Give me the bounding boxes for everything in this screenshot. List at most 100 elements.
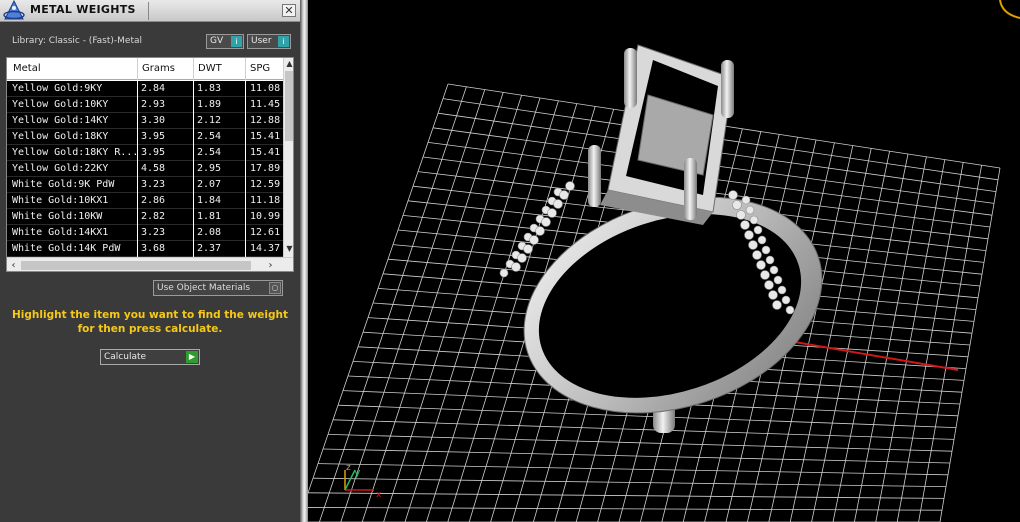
cell-divider [245,209,246,225]
ring-model[interactable] [496,44,850,449]
cell-divider [137,81,138,97]
cell-divider [193,193,194,209]
table-header: Metal Grams DWT SPG [7,58,283,80]
cell-grams: 2.86 [141,195,166,206]
cell-divider [137,225,138,241]
cell-grams: 2.82 [141,211,166,222]
play-icon[interactable]: ▶ [186,351,198,363]
vertical-scroll-thumb[interactable] [285,71,293,141]
column-divider[interactable] [137,58,138,80]
scroll-up-icon[interactable]: ▲ [284,59,293,68]
cell-divider [245,145,246,161]
horizontal-scroll-thumb[interactable] [21,261,251,270]
cell-grams: 4.58 [141,163,166,174]
panel-title: METAL WEIGHTS [30,3,136,16]
cell-dwt: 2.54 [197,131,222,142]
table-row[interactable]: Yellow Gold:10KY 2.93 1.89 11.45 [7,97,283,113]
cell-divider [193,161,194,177]
cell-metal: Yellow Gold:10KY [12,99,109,110]
cell-divider [137,241,138,257]
column-header-dwt[interactable]: DWT [198,63,222,74]
3d-viewport[interactable]: z y x [308,0,1020,522]
cell-divider [245,241,246,257]
cell-divider [137,97,138,113]
cell-divider [193,225,194,241]
app-logo-icon [3,0,25,20]
gv-select-label: GV [210,36,224,46]
cell-divider [137,177,138,193]
metal-table: Metal Grams DWT SPG Yellow Gold:9KY 2.84 1… [6,57,294,272]
cell-divider [137,129,138,145]
cell-metal: Yellow Gold:14KY [12,115,109,126]
table-row[interactable]: White Gold:10KX1 2.86 1.84 11.18 [7,193,283,209]
user-select-label: User [251,36,272,46]
cell-metal: White Gold:14KX1 [12,227,109,238]
cell-divider [245,129,246,145]
cell-metal: White Gold:10KX1 [12,195,109,206]
table-row[interactable]: Yellow Gold:18KY R... 3.95 2.54 15.41 [7,145,283,161]
cell-metal: White Gold:14K PdW [12,243,121,254]
cell-divider [245,161,246,177]
title-divider [148,2,149,20]
cell-divider [137,209,138,225]
axis-gizmo: z y x [344,463,382,500]
cell-divider [245,81,246,97]
metal-weights-panel: METAL WEIGHTS ✕ Library: Classic - (Fast… [0,0,300,522]
column-header-metal[interactable]: Metal [13,63,41,74]
cell-divider [193,177,194,193]
cell-divider [193,145,194,161]
panel-splitter[interactable] [300,0,308,522]
viewport-canvas: z y x [308,0,1020,522]
scroll-down-icon[interactable]: ▼ [284,244,293,253]
cell-divider [193,209,194,225]
calculate-button[interactable]: Calculate ▶ [100,349,200,365]
table-row[interactable]: Yellow Gold:9KY 2.84 1.83 11.08 [7,81,283,97]
scroll-right-icon[interactable]: › [265,260,276,271]
calculate-label: Calculate [104,352,147,362]
cell-metal: Yellow Gold:9KY [12,83,103,94]
table-row[interactable]: White Gold:10KW 2.82 1.81 10.99 [7,209,283,225]
user-info-icon[interactable]: ⅰ [278,36,289,47]
cell-grams: 2.84 [141,83,166,94]
cell-metal: White Gold:9K PdW [12,179,115,190]
column-divider[interactable] [193,58,194,80]
cell-grams: 3.68 [141,243,166,254]
cell-divider [137,161,138,177]
cell-dwt: 2.07 [197,179,222,190]
table-row[interactable]: Yellow Gold:18KY 3.95 2.54 15.41 [7,129,283,145]
cell-dwt: 2.54 [197,147,222,158]
cell-divider [193,129,194,145]
cell-divider [193,241,194,257]
cell-divider [245,225,246,241]
cell-dwt: 2.95 [197,163,222,174]
gv-info-icon[interactable]: ⅰ [231,36,242,47]
cell-dwt: 1.84 [197,195,222,206]
panel-titlebar[interactable]: METAL WEIGHTS ✕ [0,0,300,22]
table-row[interactable]: White Gold:14K PdW 3.68 2.37 14.37 [7,241,283,257]
column-header-spg[interactable]: SPG [250,63,270,74]
close-button[interactable]: ✕ [282,4,296,17]
cell-dwt: 1.89 [197,99,222,110]
use-object-materials-select[interactable]: Use Object Materials ○ [153,280,283,296]
user-select[interactable]: User ⅰ [247,34,291,49]
vertical-scrollbar[interactable]: ▲ ▼ [283,58,293,257]
cell-grams: 3.23 [141,179,166,190]
table-row[interactable]: Yellow Gold:22KY 4.58 2.95 17.89 [7,161,283,177]
scroll-left-icon[interactable]: ‹ [8,260,19,271]
cell-divider [245,193,246,209]
column-divider[interactable] [245,58,246,80]
column-header-grams[interactable]: Grams [142,63,175,74]
gv-select[interactable]: GV ⅰ [206,34,244,49]
cell-divider [137,193,138,209]
cell-grams: 2.93 [141,99,166,110]
horizontal-scrollbar[interactable]: ‹ › [7,257,293,271]
use-object-materials-label: Use Object Materials [157,283,251,293]
table-row[interactable]: White Gold:14KX1 3.23 2.08 12.61 [7,225,283,241]
cell-dwt: 2.37 [197,243,222,254]
table-row[interactable]: White Gold:9K PdW 3.23 2.07 12.59 [7,177,283,193]
table-row[interactable]: Yellow Gold:14KY 3.30 2.12 12.88 [7,113,283,129]
library-label: Library: Classic - (Fast)-Metal [12,36,143,46]
gizmo-x-label: x [376,490,382,500]
cell-divider [245,177,246,193]
dropdown-toggle-icon[interactable]: ○ [269,282,281,294]
